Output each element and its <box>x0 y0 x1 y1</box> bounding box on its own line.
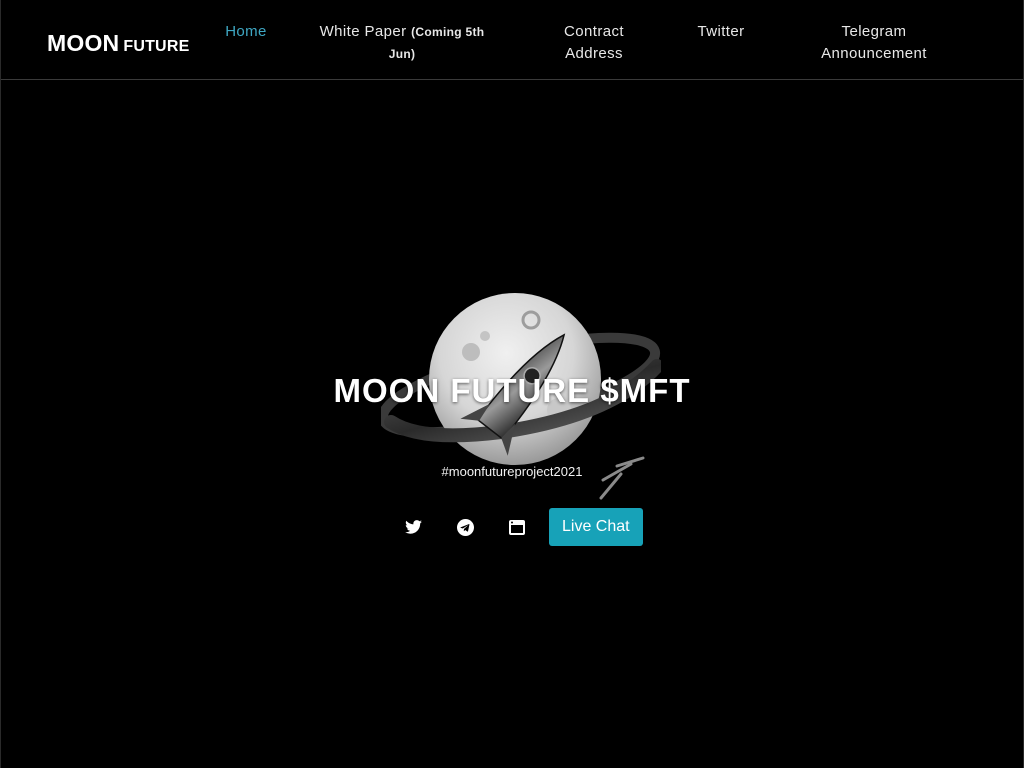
browser-window-icon[interactable] <box>501 511 533 543</box>
telegram-icon[interactable] <box>449 511 481 543</box>
brand-main-text: MOON <box>47 30 120 56</box>
hero-hashtag: #moonfutureproject2021 <box>441 464 583 479</box>
nav-home-link[interactable]: Home <box>223 21 269 43</box>
live-chat-button[interactable]: Live Chat <box>549 508 643 546</box>
nav-white-paper-label: White Paper <box>319 23 407 40</box>
top-navbar: MOON FUTURE Home White Paper (Coming 5th … <box>1 0 1023 80</box>
brand-logo[interactable]: MOON FUTURE <box>47 30 189 57</box>
nav-white-paper-link[interactable]: White Paper (Coming 5th Jun) <box>313 21 491 65</box>
nav-contract-address-link[interactable]: Contract Address <box>549 21 639 65</box>
hero-title: MOON FUTURE $MFT <box>333 372 691 409</box>
page: MOON FUTURE Home White Paper (Coming 5th … <box>0 0 1024 768</box>
nav-telegram-announcement-link[interactable]: Telegram Announcement <box>809 21 939 65</box>
twitter-icon[interactable] <box>397 511 429 543</box>
nav-twitter-link[interactable]: Twitter <box>689 21 753 43</box>
social-links: Live Chat <box>397 508 643 546</box>
brand-sub-text: FUTURE <box>123 38 190 55</box>
